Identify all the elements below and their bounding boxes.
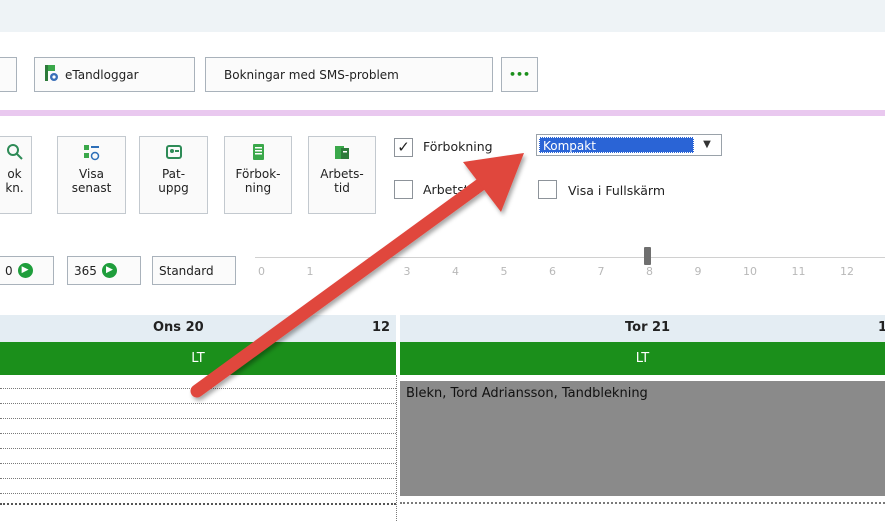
app-window: eTandloggar Bokningar med SMS-problem ••… [0,0,885,521]
annotation-arrow-icon [190,153,524,398]
